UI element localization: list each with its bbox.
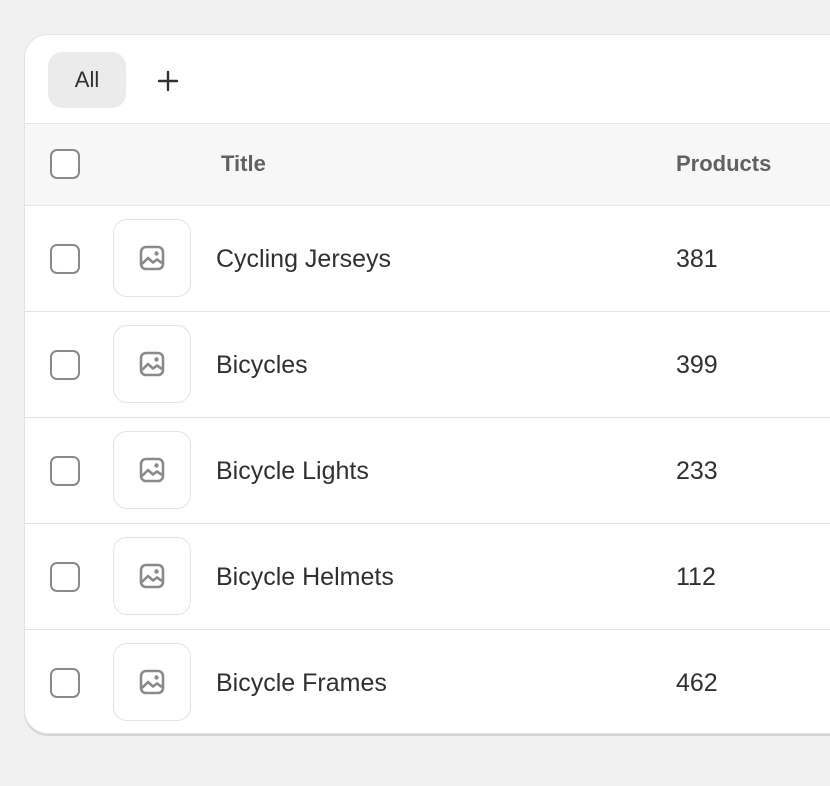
- table-row[interactable]: Bicycle Lights 233: [25, 418, 830, 524]
- row-checkbox[interactable]: [50, 244, 80, 274]
- table-row[interactable]: Bicycle Helmets 112: [25, 524, 830, 630]
- row-checkbox[interactable]: [50, 456, 80, 486]
- add-view-button[interactable]: [146, 59, 190, 103]
- row-checkbox[interactable]: [50, 350, 80, 380]
- view-tabs: All: [25, 35, 830, 124]
- collection-title[interactable]: Bicycle Lights: [216, 457, 369, 486]
- column-header-title[interactable]: Title: [221, 151, 266, 177]
- table-row[interactable]: Bicycles 399: [25, 312, 830, 418]
- product-count: 381: [676, 245, 718, 273]
- product-count: 233: [676, 457, 718, 485]
- table-row[interactable]: Bicycle Frames 462: [25, 630, 830, 733]
- tab-all-label: All: [74, 67, 100, 92]
- tab-all[interactable]: All: [48, 52, 126, 108]
- image-placeholder-icon: [139, 669, 165, 695]
- collection-thumbnail: [113, 431, 191, 509]
- product-count: 399: [676, 351, 718, 379]
- select-all-checkbox[interactable]: [50, 149, 80, 179]
- image-placeholder-icon: [139, 563, 165, 589]
- table-header: Title Products: [25, 124, 830, 206]
- row-checkbox[interactable]: [50, 562, 80, 592]
- collections-table-card: All Title Products Cycling Jerseys 381 B…: [24, 34, 830, 734]
- plus-icon: [157, 70, 179, 92]
- collection-title[interactable]: Cycling Jerseys: [216, 245, 391, 274]
- collection-title[interactable]: Bicycle Frames: [216, 669, 387, 698]
- row-checkbox[interactable]: [50, 668, 80, 698]
- table-row[interactable]: Cycling Jerseys 381: [25, 206, 830, 312]
- product-count: 112: [676, 563, 716, 591]
- collection-title[interactable]: Bicycle Helmets: [216, 563, 394, 592]
- column-header-products[interactable]: Products: [676, 151, 771, 177]
- collection-thumbnail: [113, 643, 191, 721]
- image-placeholder-icon: [139, 245, 165, 271]
- product-count: 462: [676, 669, 718, 697]
- collection-thumbnail: [113, 537, 191, 615]
- collection-thumbnail: [113, 325, 191, 403]
- collection-title[interactable]: Bicycles: [216, 351, 308, 380]
- image-placeholder-icon: [139, 457, 165, 483]
- image-placeholder-icon: [139, 351, 165, 377]
- collection-thumbnail: [113, 219, 191, 297]
- table-body: Cycling Jerseys 381 Bicycles 399 Bicycle…: [25, 206, 830, 733]
